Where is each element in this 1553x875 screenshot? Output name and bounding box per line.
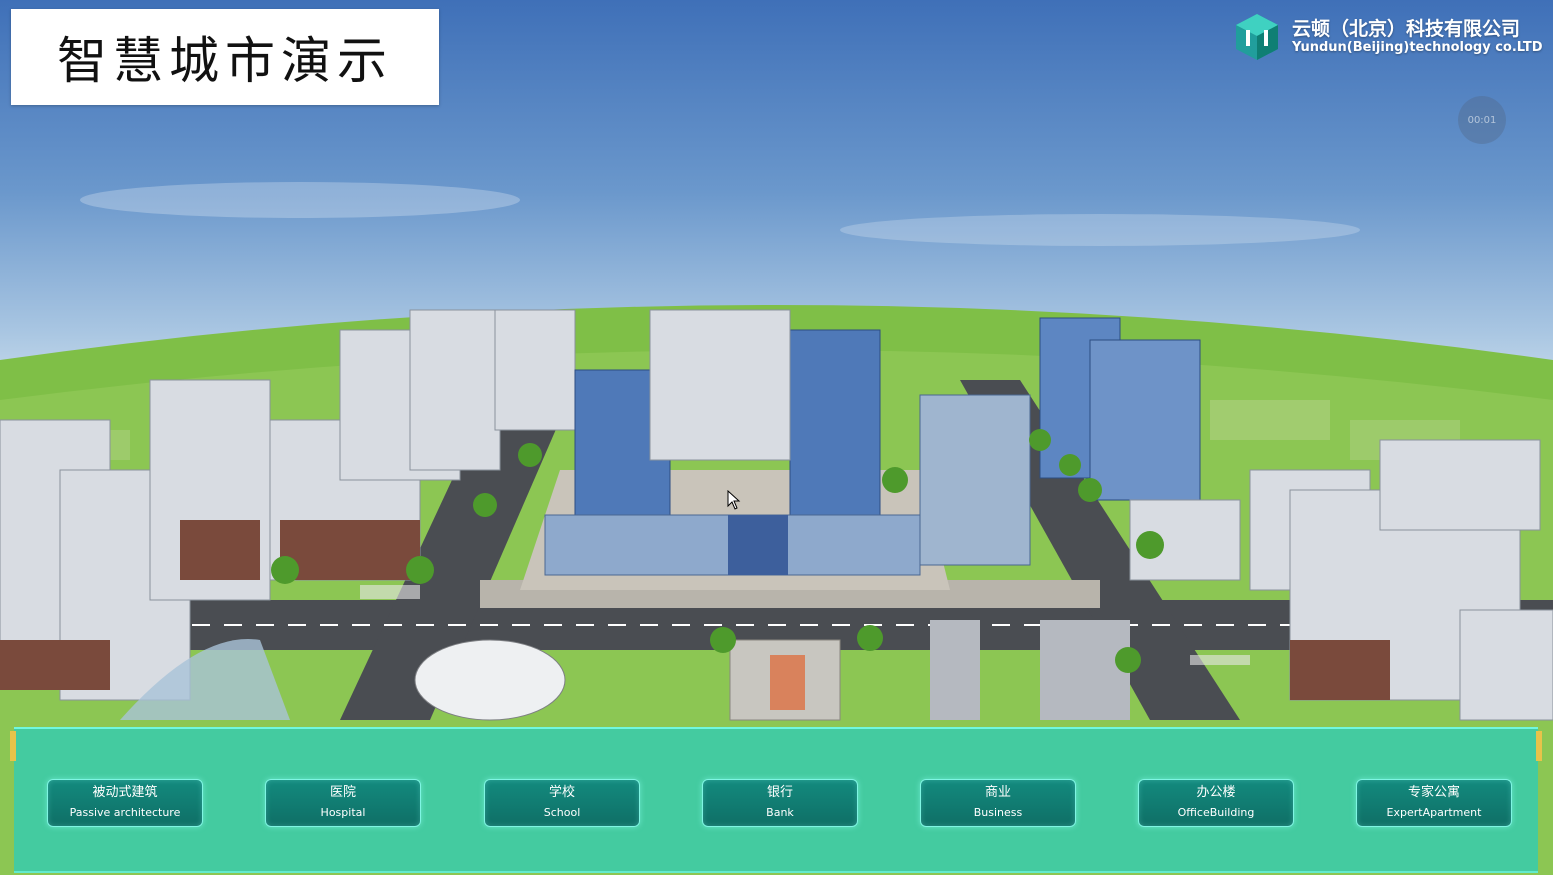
nav-button-office-building[interactable]: 办公楼 OfficeBuilding xyxy=(1138,779,1294,827)
nav-button-school[interactable]: 学校 School xyxy=(484,779,640,827)
nav-button-label-cn: 专家公寓 xyxy=(1407,785,1460,800)
nav-button-label-cn: 被动式建筑 xyxy=(92,785,158,800)
nav-button-business[interactable]: 商业 Business xyxy=(920,779,1076,827)
panel-corner-right xyxy=(1536,731,1542,761)
nav-button-label-en: School xyxy=(543,806,581,819)
cube-logo-icon xyxy=(1236,14,1278,60)
nav-button-label-cn: 学校 xyxy=(548,785,575,800)
nav-button-label-en: Passive architecture xyxy=(69,806,181,819)
timer-badge: 00:01 xyxy=(1458,96,1506,144)
nav-button-passive-architecture[interactable]: 被动式建筑 Passive architecture xyxy=(47,779,203,827)
nav-button-label-cn: 医院 xyxy=(329,785,356,800)
timer-text: 00:01 xyxy=(1467,114,1497,126)
category-nav-panel: 被动式建筑 Passive architecture 医院 Hospital 学… xyxy=(10,727,1542,873)
nav-button-label-cn: 办公楼 xyxy=(1196,785,1236,800)
nav-button-label-en: ExpertApartment xyxy=(1386,806,1482,819)
company-name-en: Yundun(Beijing)technology co.LTD xyxy=(1292,40,1543,55)
nav-button-hospital[interactable]: 医院 Hospital xyxy=(265,779,421,827)
title-box: 智慧城市演示 xyxy=(11,9,439,105)
panel-corner-left xyxy=(10,731,16,761)
nav-button-label-en: Hospital xyxy=(320,806,366,819)
company-name-cn: 云顿（北京）科技有限公司 xyxy=(1292,18,1521,40)
nav-button-label-cn: 商业 xyxy=(984,785,1011,800)
brand-header: 云顿（北京）科技有限公司 Yundun(Beijing)technology c… xyxy=(1230,10,1543,66)
nav-button-expert-apartment[interactable]: 专家公寓 ExpertApartment xyxy=(1356,779,1512,827)
nav-button-bank[interactable]: 银行 Bank xyxy=(702,779,858,827)
nav-button-label-en: Business xyxy=(973,806,1023,819)
page-title: 智慧城市演示 xyxy=(57,32,393,90)
nav-button-label-en: Bank xyxy=(766,806,794,819)
nav-button-label-cn: 银行 xyxy=(766,785,793,800)
mouse-cursor-icon xyxy=(727,490,741,510)
nav-button-label-en: OfficeBuilding xyxy=(1177,806,1255,819)
